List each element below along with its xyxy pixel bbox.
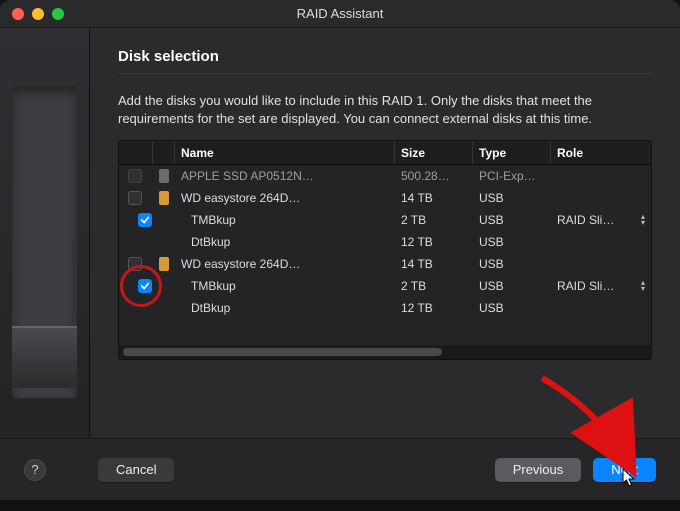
drive-thumbnail — [12, 86, 77, 398]
disk-name: APPLE SSD AP0512N… — [175, 169, 395, 183]
footer: ? Cancel Previous Next — [0, 438, 680, 500]
cancel-button[interactable]: Cancel — [98, 458, 174, 482]
table-row[interactable]: APPLE SSD AP0512N…500.28…PCI-Exp… — [119, 165, 651, 187]
table-row[interactable]: DtBkup12 TBUSB — [119, 297, 651, 319]
header-type[interactable]: Type — [473, 141, 551, 164]
disk-checkbox[interactable] — [128, 169, 142, 183]
traffic-lights — [12, 8, 64, 20]
header-name[interactable]: Name — [175, 141, 395, 164]
role-stepper-icon[interactable]: ▴▾ — [641, 214, 645, 226]
table-empty-space — [119, 319, 651, 345]
raid-assistant-window: RAID Assistant Disk selection Add the di… — [0, 0, 680, 500]
disk-name: DtBkup — [185, 301, 395, 315]
disk-type: PCI-Exp… — [473, 169, 551, 183]
table-row[interactable]: WD easystore 264D…14 TBUSB — [119, 187, 651, 209]
table-row[interactable]: WD easystore 264D…14 TBUSB — [119, 253, 651, 275]
header-role[interactable]: Role — [551, 141, 651, 164]
disk-name: TMBkup — [185, 213, 395, 227]
disk-size: 12 TB — [395, 301, 473, 315]
disk-icon — [159, 191, 169, 205]
table-row[interactable]: DtBkup12 TBUSB — [119, 231, 651, 253]
disk-size: 2 TB — [395, 213, 473, 227]
help-button[interactable]: ? — [24, 459, 46, 481]
disk-type: USB — [473, 279, 551, 293]
titlebar: RAID Assistant — [0, 0, 680, 28]
content-panel: Disk selection Add the disks you would l… — [90, 28, 680, 438]
disk-type: USB — [473, 213, 551, 227]
disk-type: USB — [473, 235, 551, 249]
table-header: Name Size Type Role — [119, 141, 651, 165]
disk-checkbox[interactable] — [138, 213, 152, 227]
disk-name: WD easystore 264D… — [175, 257, 395, 271]
window-title: RAID Assistant — [0, 6, 680, 21]
minimize-icon[interactable] — [32, 8, 44, 20]
previous-button[interactable]: Previous — [495, 458, 582, 482]
disk-checkbox[interactable] — [128, 257, 142, 271]
section-divider — [118, 73, 652, 74]
disk-role[interactable]: RAID Sli…▴▾ — [551, 213, 651, 227]
horizontal-scrollbar[interactable] — [119, 345, 651, 359]
disk-table: Name Size Type Role APPLE SSD AP0512N…50… — [118, 140, 652, 360]
main-area: Disk selection Add the disks you would l… — [0, 28, 680, 438]
disk-type: USB — [473, 257, 551, 271]
close-icon[interactable] — [12, 8, 24, 20]
disk-size: 12 TB — [395, 235, 473, 249]
disk-size: 14 TB — [395, 257, 473, 271]
disk-name: TMBkup — [185, 279, 395, 293]
disk-name: DtBkup — [185, 235, 395, 249]
scrollbar-thumb[interactable] — [123, 348, 442, 356]
table-body: APPLE SSD AP0512N…500.28…PCI-Exp…WD easy… — [119, 165, 651, 319]
disk-checkbox[interactable] — [138, 279, 152, 293]
header-size[interactable]: Size — [395, 141, 473, 164]
disk-type: USB — [473, 191, 551, 205]
disk-icon — [159, 169, 169, 183]
disk-name: WD easystore 264D… — [175, 191, 395, 205]
zoom-icon[interactable] — [52, 8, 64, 20]
disk-size: 2 TB — [395, 279, 473, 293]
table-row[interactable]: TMBkup2 TBUSBRAID Sli…▴▾ — [119, 209, 651, 231]
section-title: Disk selection — [118, 48, 652, 65]
help-icon: ? — [31, 462, 38, 477]
sidebar-preview — [0, 28, 90, 438]
disk-role[interactable]: RAID Sli…▴▾ — [551, 279, 651, 293]
next-button[interactable]: Next — [593, 458, 656, 482]
disk-icon — [159, 257, 169, 271]
disk-size: 14 TB — [395, 191, 473, 205]
table-row[interactable]: TMBkup2 TBUSBRAID Sli…▴▾ — [119, 275, 651, 297]
disk-checkbox[interactable] — [128, 191, 142, 205]
disk-type: USB — [473, 301, 551, 315]
section-description: Add the disks you would like to include … — [118, 92, 652, 128]
disk-size: 500.28… — [395, 169, 473, 183]
role-stepper-icon[interactable]: ▴▾ — [641, 280, 645, 292]
